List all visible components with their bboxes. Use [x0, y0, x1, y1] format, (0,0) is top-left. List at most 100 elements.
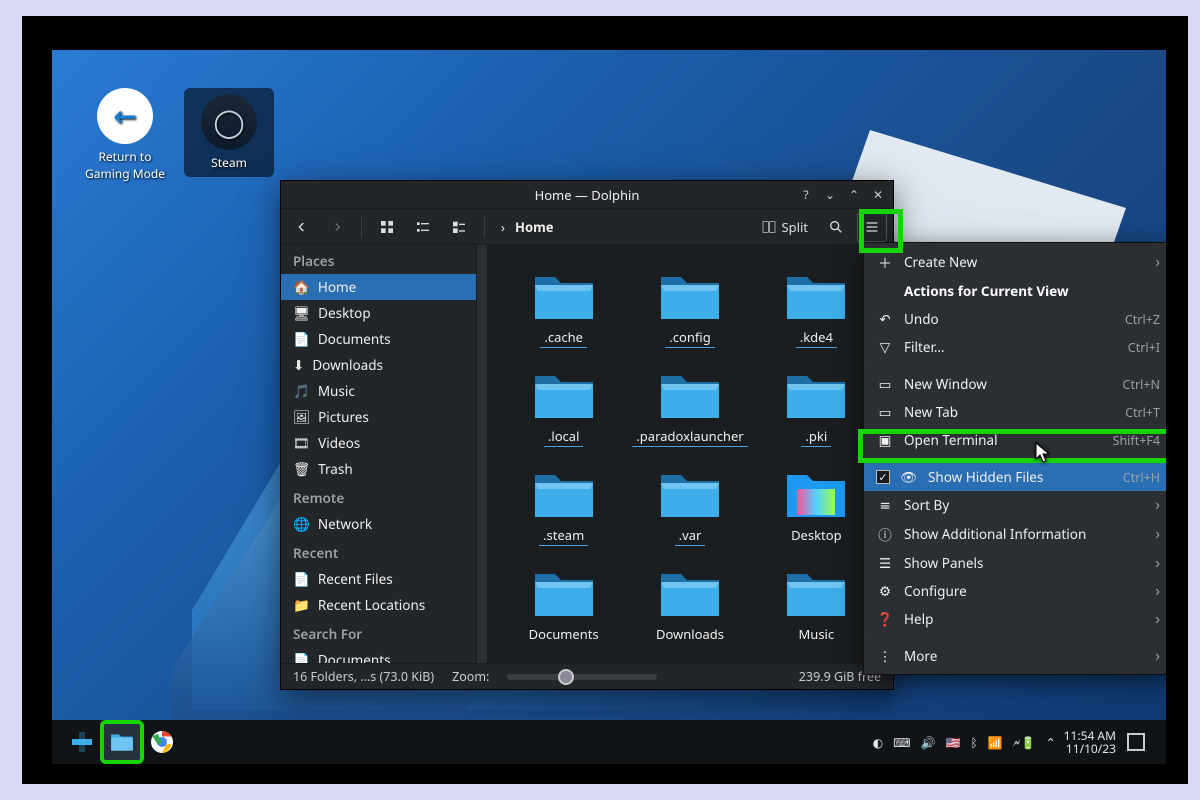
- sidebar-item-downloads[interactable]: ⬇Downloads: [281, 352, 476, 378]
- folder-label: .steam: [539, 525, 588, 546]
- menu-item-open-terminal[interactable]: ▣Open TerminalShift+F4: [864, 426, 1166, 454]
- taskbar[interactable]: ◐ ⌨ 🔊 🇺🇸 ᛒ 📶 🗲🔋 ⌃ 11:54 AM 11/10/23: [52, 720, 1166, 764]
- terminal-icon: ▣: [876, 431, 894, 449]
- language-tray-icon[interactable]: 🇺🇸: [946, 734, 961, 751]
- close-button[interactable]: ✕: [869, 186, 887, 204]
- steam-icon: ◯: [201, 94, 257, 150]
- place-icon: 📁: [293, 596, 310, 614]
- folder-config[interactable]: .config: [626, 259, 753, 358]
- zoom-slider[interactable]: [507, 674, 657, 680]
- split-button[interactable]: Split: [754, 213, 815, 241]
- details-view-button[interactable]: [444, 213, 474, 241]
- sidebar-item-desktop[interactable]: 🖥Desktop: [281, 300, 476, 326]
- back-button[interactable]: [287, 213, 317, 241]
- menu-shortcut: Ctrl+T: [1125, 404, 1160, 421]
- start-button[interactable]: [62, 722, 102, 762]
- menu-item-undo[interactable]: ↶UndoCtrl+Z: [864, 305, 1166, 333]
- menu-item-show-hidden-files[interactable]: ✓👁Show Hidden FilesCtrl+H: [864, 463, 1166, 491]
- keyboard-tray-icon[interactable]: ⌨: [893, 734, 910, 751]
- undo-icon: ↶: [876, 310, 894, 328]
- folder-cache[interactable]: .cache: [501, 259, 626, 358]
- menu-shortcut: Ctrl+H: [1123, 469, 1160, 486]
- menu-item-show-additional-information[interactable]: ⓘShow Additional Information›: [864, 519, 1166, 549]
- place-label: Documents: [318, 330, 391, 348]
- folder-documents[interactable]: Documents: [501, 556, 626, 654]
- desktop-icon-return-gaming[interactable]: ← Return to Gaming Mode: [80, 88, 170, 182]
- panels-icon: ☰: [876, 554, 894, 572]
- sidebar-group-header: Places: [281, 245, 476, 274]
- folder-label: Documents: [525, 624, 603, 644]
- sidebar-item-videos[interactable]: 🎞Videos: [281, 430, 476, 456]
- folder-paradoxlauncher[interactable]: .paradoxlauncher: [626, 358, 753, 457]
- compact-view-button[interactable]: [408, 213, 438, 241]
- tray-expand-icon[interactable]: ⌃: [1046, 734, 1056, 751]
- folder-desktop[interactable]: Desktop: [754, 457, 879, 556]
- menu-item-new-window[interactable]: ▭New WindowCtrl+N: [864, 370, 1166, 398]
- scrollbar[interactable]: [477, 245, 487, 663]
- show-desktop-button[interactable]: [1116, 722, 1156, 762]
- place-icon: 🏠: [293, 278, 310, 296]
- menu-item-filter-[interactable]: ▽Filter…Ctrl+I: [864, 333, 1166, 361]
- folder-label: .config: [665, 327, 714, 348]
- taskbar-chrome[interactable]: [142, 722, 182, 762]
- menu-item-more[interactable]: ⋮More›: [864, 642, 1166, 670]
- places-sidebar[interactable]: Places🏠Home🖥Desktop📄Documents⬇Downloads🎵…: [281, 245, 477, 663]
- bluetooth-icon[interactable]: ᛒ: [970, 734, 977, 751]
- place-icon: 🌐: [293, 515, 310, 533]
- sidebar-item-recent-locations[interactable]: 📁Recent Locations: [281, 592, 476, 618]
- volume-icon[interactable]: 🔊: [921, 734, 936, 751]
- menu-label: New Tab: [904, 403, 1115, 421]
- hamburger-menu-button[interactable]: [857, 212, 887, 242]
- steam-tray-icon[interactable]: ◐: [873, 734, 883, 751]
- menu-label: Show Hidden Files: [928, 468, 1113, 486]
- menu-item-show-panels[interactable]: ☰Show Panels›: [864, 549, 1166, 577]
- sidebar-item-home[interactable]: 🏠Home: [281, 274, 476, 300]
- clock-date: 11/10/23: [1064, 742, 1116, 755]
- help-button[interactable]: ?: [797, 186, 815, 204]
- folder-var[interactable]: .var: [626, 457, 753, 556]
- icons-view-button[interactable]: [372, 213, 402, 241]
- system-tray[interactable]: ◐ ⌨ 🔊 🇺🇸 ᛒ 📶 🗲🔋 ⌃: [873, 734, 1056, 751]
- menu-label: Open Terminal: [904, 431, 1103, 449]
- sidebar-item-pictures[interactable]: 🖼Pictures: [281, 404, 476, 430]
- taskbar-dolphin[interactable]: [102, 722, 142, 762]
- minimize-button[interactable]: ⌄: [821, 186, 839, 204]
- back-icon: ←: [97, 88, 153, 144]
- folder-pki[interactable]: .pki: [754, 358, 879, 457]
- desktop-icon-steam[interactable]: ◯ Steam: [184, 88, 274, 177]
- folder-downloads[interactable]: Downloads: [626, 556, 753, 654]
- menu-separator: [864, 458, 865, 459]
- battery-icon[interactable]: 🗲🔋: [1013, 734, 1036, 751]
- sidebar-item-documents[interactable]: 📄Documents: [281, 326, 476, 352]
- titlebar[interactable]: Home — Dolphin ? ⌄ ⌃ ✕: [281, 181, 893, 209]
- menu-item-new-tab[interactable]: ▭New TabCtrl+T: [864, 398, 1166, 426]
- folder-content[interactable]: .cache .config .kde4 .local.paradoxlauncher…: [477, 245, 893, 663]
- folder-local[interactable]: .local: [501, 358, 626, 457]
- forward-button[interactable]: [323, 213, 351, 241]
- maximize-button[interactable]: ⌃: [845, 186, 863, 204]
- desktop[interactable]: ← Return to Gaming Mode ◯ Steam Home — D…: [52, 50, 1166, 764]
- menu-item-help[interactable]: ❓Help›: [864, 605, 1166, 633]
- zoom-knob[interactable]: [558, 669, 574, 685]
- network-icon[interactable]: 📶: [988, 734, 1003, 751]
- menu-label: Actions for Current View: [904, 282, 1160, 300]
- breadcrumb[interactable]: › Home: [495, 218, 748, 236]
- sidebar-item-documents[interactable]: 📄Documents: [281, 647, 476, 663]
- menu-item-configure[interactable]: ⚙Configure›: [864, 577, 1166, 605]
- search-button[interactable]: [821, 213, 851, 241]
- folder-music[interactable]: Music: [754, 556, 879, 654]
- menu-item-sort-by[interactable]: ≡Sort By›: [864, 491, 1166, 519]
- place-label: Videos: [318, 434, 360, 452]
- place-label: Music: [318, 382, 355, 400]
- menu-separator: [864, 637, 865, 638]
- menu-item-create-new[interactable]: ＋Create New›: [864, 247, 1166, 277]
- configure-icon: ⚙: [876, 582, 894, 600]
- folder-steam[interactable]: .steam: [501, 457, 626, 556]
- menu-label: Configure: [904, 582, 1145, 600]
- folder-kde4[interactable]: .kde4: [754, 259, 879, 358]
- sidebar-item-trash[interactable]: 🗑Trash: [281, 456, 476, 482]
- sidebar-item-recent-files[interactable]: 📄Recent Files: [281, 566, 476, 592]
- sidebar-item-music[interactable]: 🎵Music: [281, 378, 476, 404]
- sidebar-item-network[interactable]: 🌐Network: [281, 511, 476, 537]
- taskbar-clock[interactable]: 11:54 AM 11/10/23: [1064, 729, 1116, 755]
